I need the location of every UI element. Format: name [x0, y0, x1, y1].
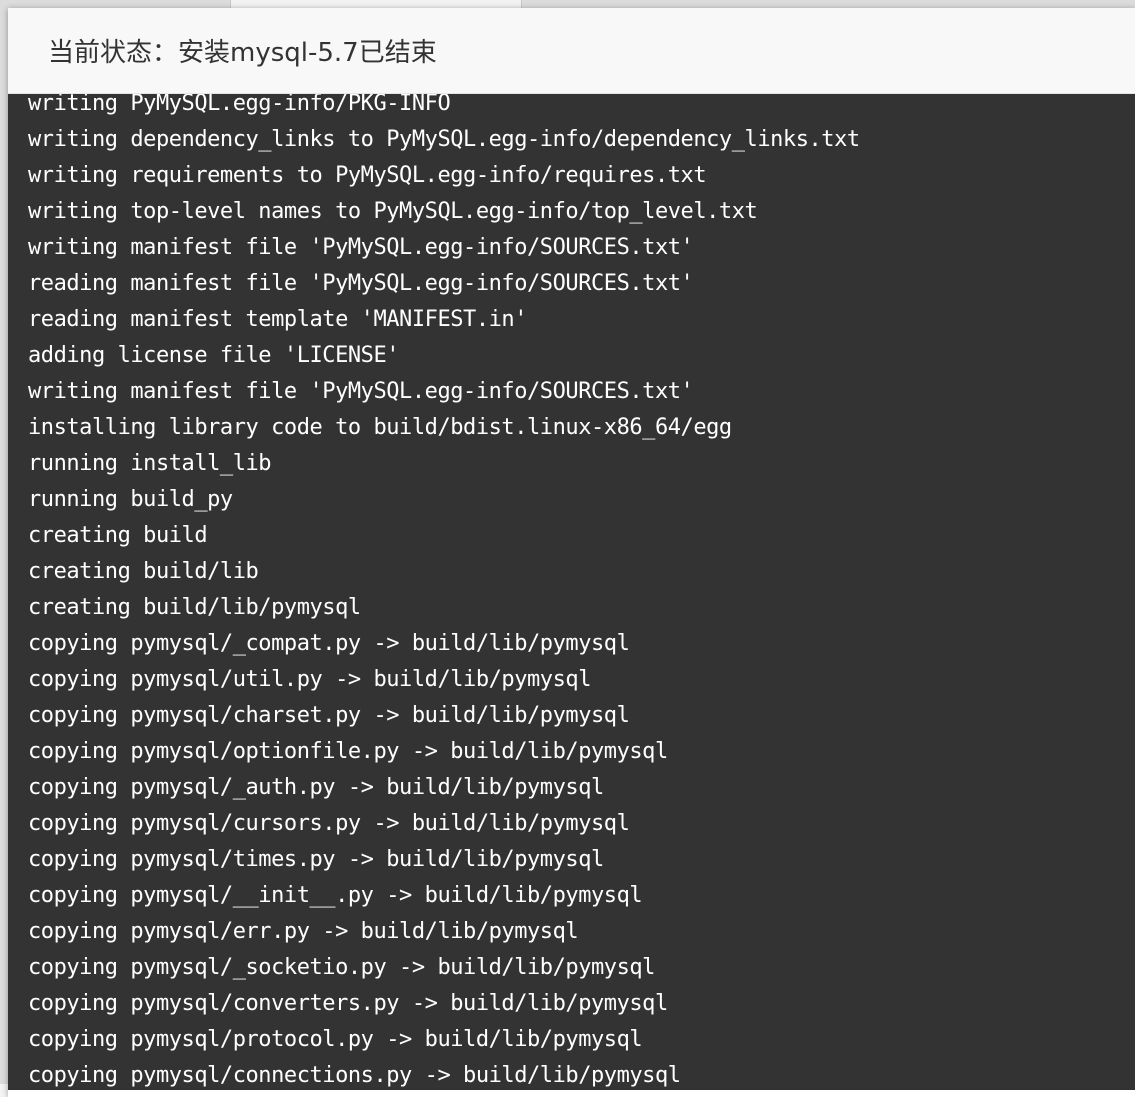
- log-line: copying pymysql/_compat.py -> build/lib/…: [28, 631, 630, 656]
- dialog-header: 当前状态：安装mysql-5.7已结束: [8, 8, 1135, 94]
- log-line: copying pymysql/cursors.py -> build/lib/…: [28, 811, 630, 836]
- log-line: creating build: [28, 523, 208, 548]
- log-line: copying pymysql/converters.py -> build/l…: [28, 991, 668, 1016]
- log-line: copying pymysql/connections.py -> build/…: [28, 1063, 681, 1088]
- log-line: copying pymysql/protocol.py -> build/lib…: [28, 1027, 643, 1052]
- install-log-console[interactable]: writing PyMySQL.egg-info/PKG-INFO writing…: [8, 94, 1135, 1090]
- dialog-title: 当前状态：安装mysql-5.7已结束: [48, 38, 437, 68]
- log-line: copying pymysql/__init__.py -> build/lib…: [28, 883, 643, 908]
- log-line: reading manifest template 'MANIFEST.in': [28, 307, 528, 332]
- log-line: writing top-level names to PyMySQL.egg-i…: [28, 199, 758, 224]
- log-line: copying pymysql/_socketio.py -> build/li…: [28, 955, 655, 980]
- log-line: installing library code to build/bdist.l…: [28, 415, 732, 440]
- log-line: copying pymysql/charset.py -> build/lib/…: [28, 703, 630, 728]
- background-tab: [230, 0, 522, 8]
- log-line: copying pymysql/err.py -> build/lib/pymy…: [28, 919, 579, 944]
- log-line: copying pymysql/_auth.py -> build/lib/py…: [28, 775, 604, 800]
- log-line: copying pymysql/times.py -> build/lib/py…: [28, 847, 604, 872]
- log-line: writing requirements to PyMySQL.egg-info…: [28, 163, 707, 188]
- install-status-dialog: 当前状态：安装mysql-5.7已结束 writing PyMySQL.egg-…: [8, 8, 1135, 1097]
- log-line: creating build/lib/pymysql: [28, 595, 361, 620]
- log-line: writing manifest file 'PyMySQL.egg-info/…: [28, 379, 694, 404]
- log-line: writing dependency_links to PyMySQL.egg-…: [28, 127, 860, 152]
- log-line: adding license file 'LICENSE': [28, 343, 400, 368]
- log-line: running install_lib: [28, 451, 272, 476]
- log-line: running build_py: [28, 487, 233, 512]
- log-line: creating build/lib: [28, 559, 259, 584]
- log-line: reading manifest file 'PyMySQL.egg-info/…: [28, 271, 694, 296]
- log-line: copying pymysql/util.py -> build/lib/pym…: [28, 667, 591, 692]
- log-line: copying pymysql/optionfile.py -> build/l…: [28, 739, 668, 764]
- log-line: writing manifest file 'PyMySQL.egg-info/…: [28, 235, 694, 260]
- log-lines: writing PyMySQL.egg-info/PKG-INFO writing…: [28, 94, 860, 1090]
- log-line: writing PyMySQL.egg-info/PKG-INFO: [28, 94, 451, 116]
